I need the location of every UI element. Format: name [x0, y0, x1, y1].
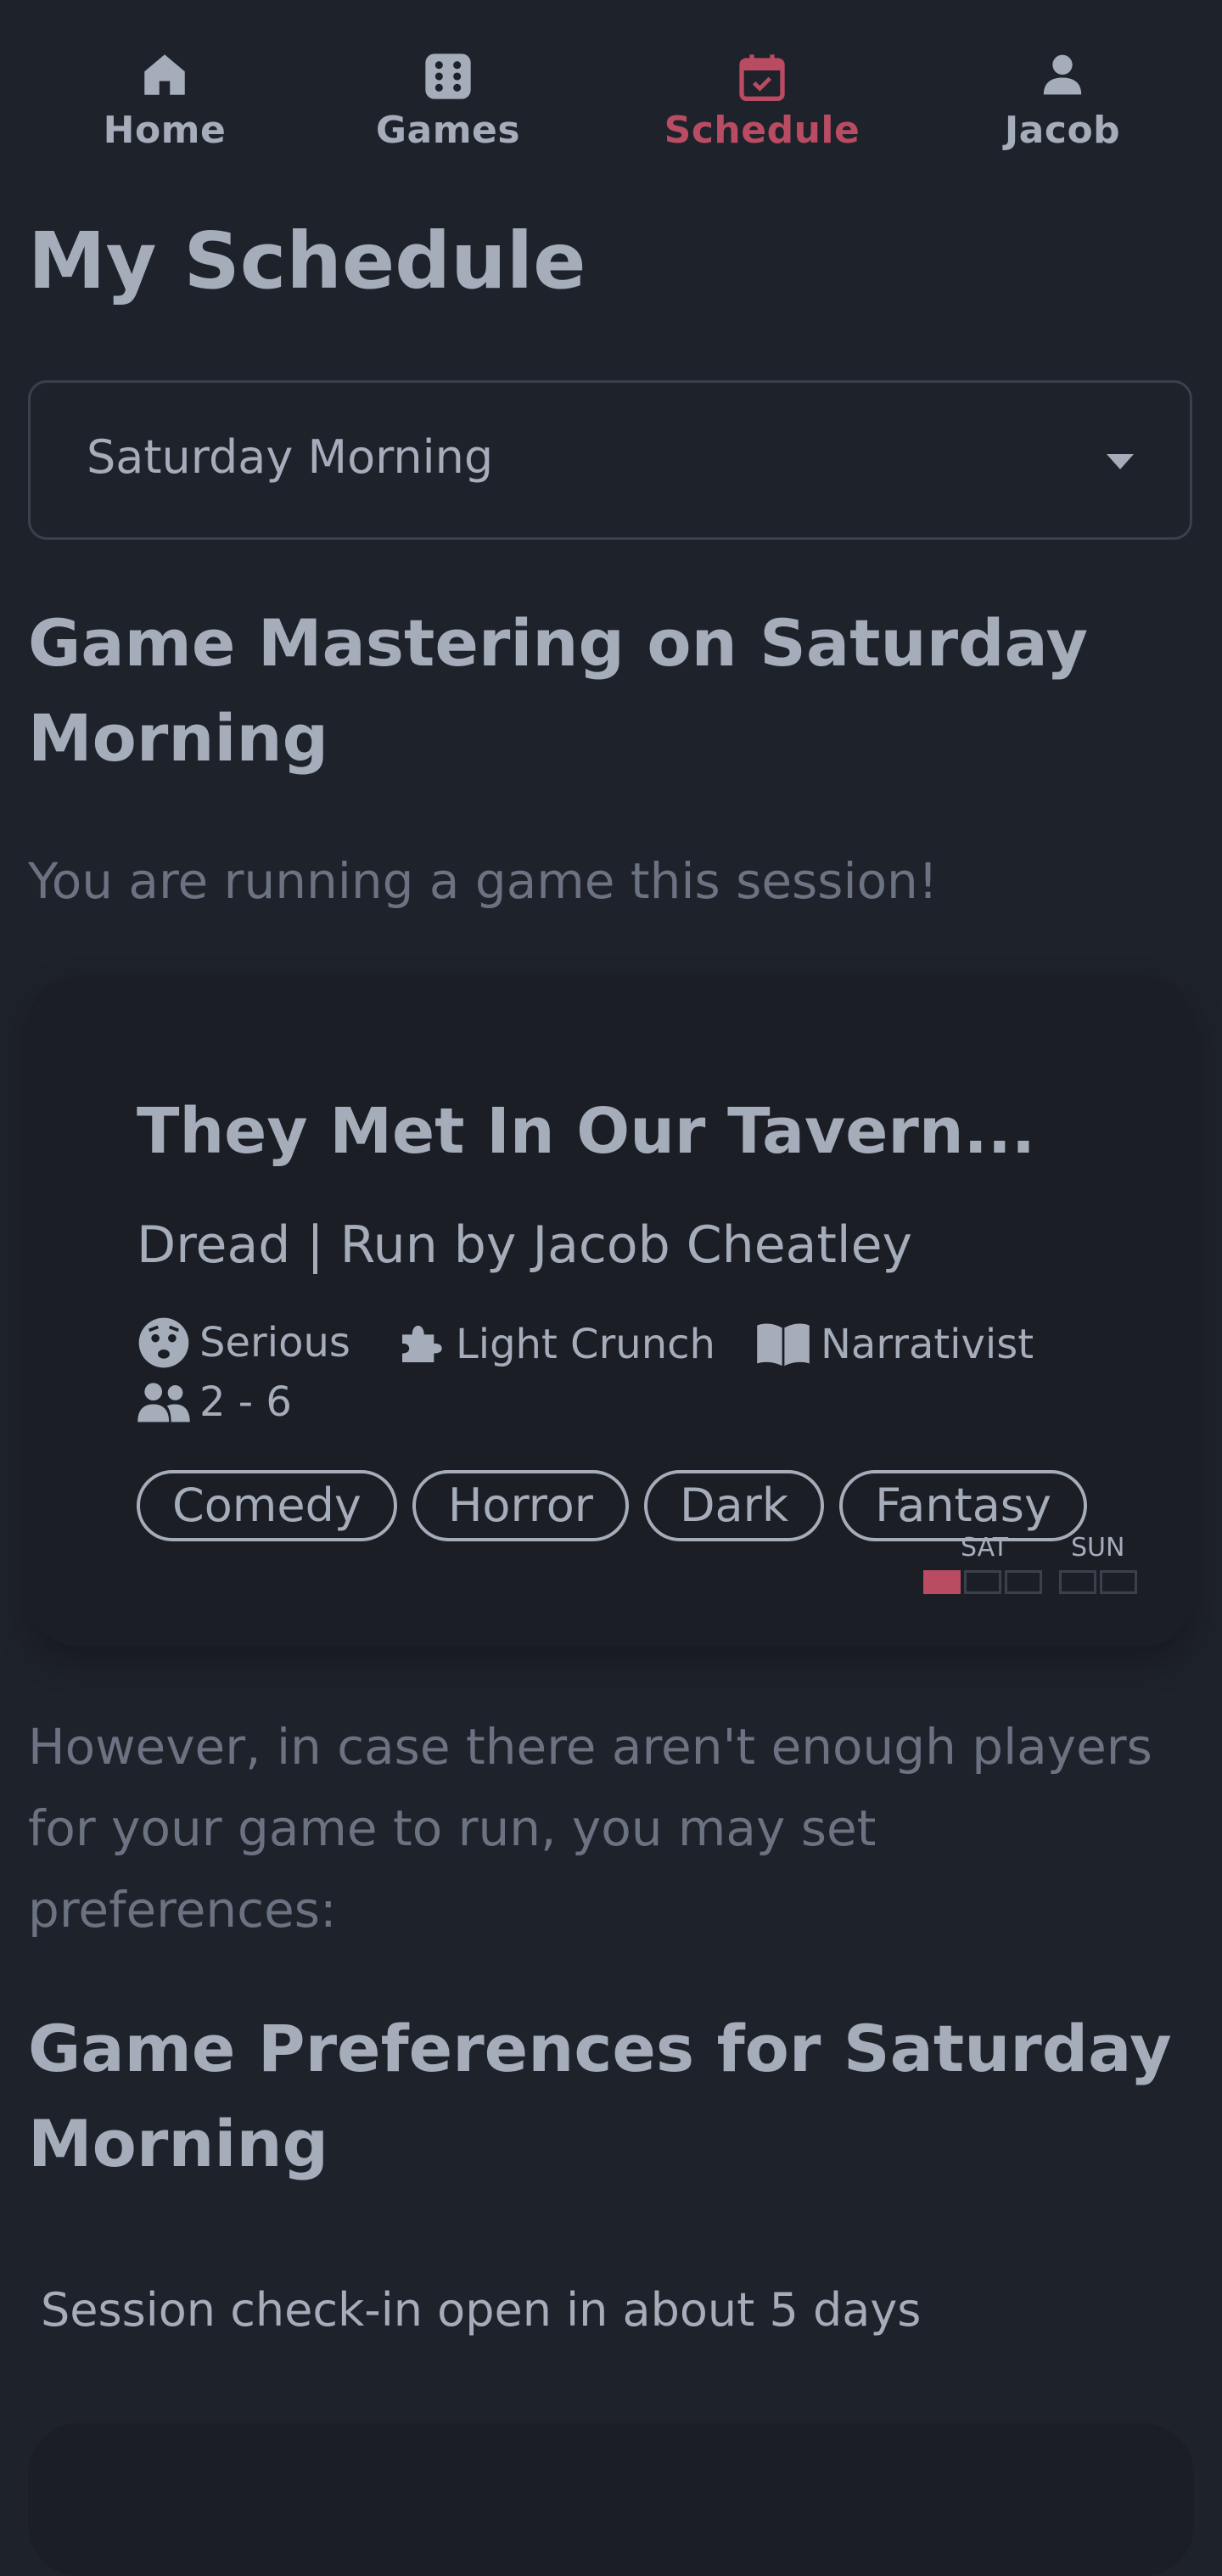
chevron-down-icon [1107, 454, 1134, 469]
game-players-label: 2 - 6 [199, 1378, 292, 1426]
puzzle-piece-icon [402, 1325, 442, 1362]
session-select[interactable]: Saturday Morning [28, 380, 1192, 540]
checkin-status: Session check-in open in about 5 days [41, 2283, 922, 2337]
nav-home-label: Home [103, 109, 227, 152]
gm-message: You are running a game this session! [28, 852, 939, 910]
game-tone-label: Serious [199, 1319, 350, 1367]
nav-games[interactable]: Games [338, 49, 558, 152]
game-players: 2 - 6 [137, 1378, 292, 1426]
game-title: They Met In Our Tavern... [137, 1095, 1035, 1168]
game-subtitle: Dread | Run by Jacob Cheatley [137, 1215, 913, 1275]
slot-sat-morning [923, 1570, 961, 1594]
game-crunch-label: Light Crunch [456, 1321, 715, 1368]
tag-comedy: Comedy [137, 1470, 397, 1541]
nav-schedule-label: Schedule [664, 109, 860, 152]
page-title: My Schedule [28, 216, 586, 306]
tag-dark: Dark [643, 1470, 825, 1541]
preferences-card [28, 2423, 1194, 2576]
slot-sat-evening [1005, 1570, 1042, 1594]
game-style: Narrativist [754, 1321, 1034, 1368]
user-icon [952, 49, 1173, 109]
fallback-message: However, in case there aren't enough pla… [28, 1718, 1152, 1939]
slot-sat-afternoon [964, 1570, 1001, 1594]
users-icon [137, 1383, 190, 1423]
tag-horror: Horror [412, 1470, 629, 1541]
slot-sun-afternoon [1100, 1570, 1137, 1594]
game-style-label: Narrativist [821, 1321, 1034, 1368]
day-label-sat: SAT [961, 1533, 1009, 1563]
nav-home[interactable]: Home [54, 49, 275, 152]
tag-fantasy: Fantasy [839, 1470, 1087, 1541]
game-crunch: Light Crunch [393, 1321, 715, 1368]
preferences-heading: Game Preferences for Saturday Morning [28, 2011, 1172, 2181]
worried-face-icon [138, 1317, 189, 1368]
sat-slots [923, 1570, 1045, 1594]
top-nav: Home Games Schedule Jacob [0, 0, 1222, 178]
nav-profile-label: Jacob [1004, 109, 1121, 152]
game-tags: Comedy Horror Dark Fantasy [137, 1470, 1087, 1541]
nav-profile[interactable]: Jacob [952, 49, 1173, 152]
open-book-icon [757, 1323, 810, 1367]
home-icon [54, 49, 275, 109]
nav-schedule[interactable]: Schedule [652, 49, 872, 152]
dice-icon [338, 49, 558, 109]
game-tone: Serious [137, 1316, 350, 1370]
game-card[interactable]: They Met In Our Tavern... Dread | Run by… [28, 976, 1194, 1647]
slot-sun-morning [1059, 1570, 1096, 1594]
calendar-check-icon [652, 49, 872, 109]
gm-heading: Game Mastering on Saturday Morning [28, 605, 1088, 776]
nav-games-label: Games [375, 109, 521, 152]
session-select-value: Saturday Morning [87, 430, 494, 484]
sun-slots [1059, 1570, 1141, 1594]
day-label-sun: SUN [1071, 1533, 1125, 1563]
